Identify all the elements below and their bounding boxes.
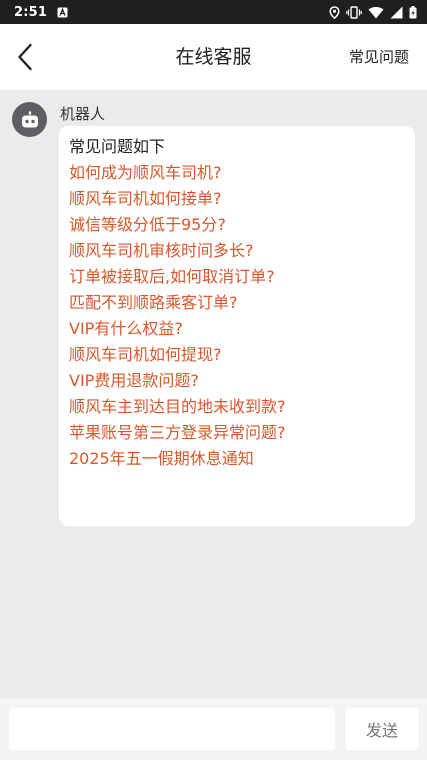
faq-link-become-driver[interactable]: 如何成为顺风车司机?: [69, 160, 405, 186]
wifi-icon: [368, 6, 384, 19]
battery-icon: [409, 5, 417, 19]
message-heading: 常见问题如下: [69, 137, 166, 156]
message-bubble: 常见问题如下 如何成为顺风车司机? 顺风车司机如何接单? 诚信等级分低于95分?…: [59, 126, 415, 526]
status-left: 2:51: [14, 3, 68, 22]
faq-link-credit-score[interactable]: 诚信等级分低于95分?: [69, 212, 405, 238]
faq-link-holiday-notice[interactable]: 2025年五一假期休息通知: [69, 446, 405, 472]
faq-link-no-match[interactable]: 匹配不到顺路乘客订单?: [69, 290, 405, 316]
status-icons: [329, 5, 417, 19]
robot-icon: [21, 110, 38, 127]
chevron-left-icon: [18, 43, 32, 71]
chat-screen: 2:51 在线客服 常见问题 机器人 常见问题如下 如何成为顺风车司机? 顺风车…: [0, 0, 427, 760]
faq-link-payment-missing[interactable]: 顺风车主到达目的地未收到款?: [69, 394, 405, 420]
faq-link-cancel-order[interactable]: 订单被接取后,如何取消订单?: [69, 264, 405, 290]
input-bar: 发送: [0, 698, 427, 760]
faq-link-withdraw[interactable]: 顺风车司机如何提现?: [69, 342, 405, 368]
faq-button[interactable]: 常见问题: [349, 24, 409, 90]
app-bar: 在线客服 常见问题: [0, 24, 427, 90]
faq-link-apple-login[interactable]: 苹果账号第三方登录异常问题?: [69, 420, 405, 446]
avatar: [12, 102, 47, 137]
notification-a-icon: [57, 3, 68, 22]
faq-list: 如何成为顺风车司机? 顺风车司机如何接单? 诚信等级分低于95分? 顺风车司机审…: [69, 160, 405, 472]
status-bar: 2:51: [0, 0, 427, 24]
faq-link-accept-orders[interactable]: 顺风车司机如何接单?: [69, 186, 405, 212]
faq-link-vip-benefits[interactable]: VIP有什么权益?: [69, 316, 405, 342]
status-time: 2:51: [14, 4, 48, 20]
back-button[interactable]: [10, 41, 40, 73]
chat-area[interactable]: 机器人 常见问题如下 如何成为顺风车司机? 顺风车司机如何接单? 诚信等级分低于…: [0, 90, 427, 698]
location-icon: [329, 5, 340, 19]
send-button[interactable]: 发送: [346, 708, 418, 750]
signal-icon: [390, 6, 403, 19]
message-input[interactable]: [9, 708, 335, 750]
vibrate-icon: [346, 5, 362, 19]
faq-link-review-time[interactable]: 顺风车司机审核时间多长?: [69, 238, 405, 264]
sender-name: 机器人: [60, 105, 106, 123]
faq-link-vip-refund[interactable]: VIP费用退款问题?: [69, 368, 405, 394]
